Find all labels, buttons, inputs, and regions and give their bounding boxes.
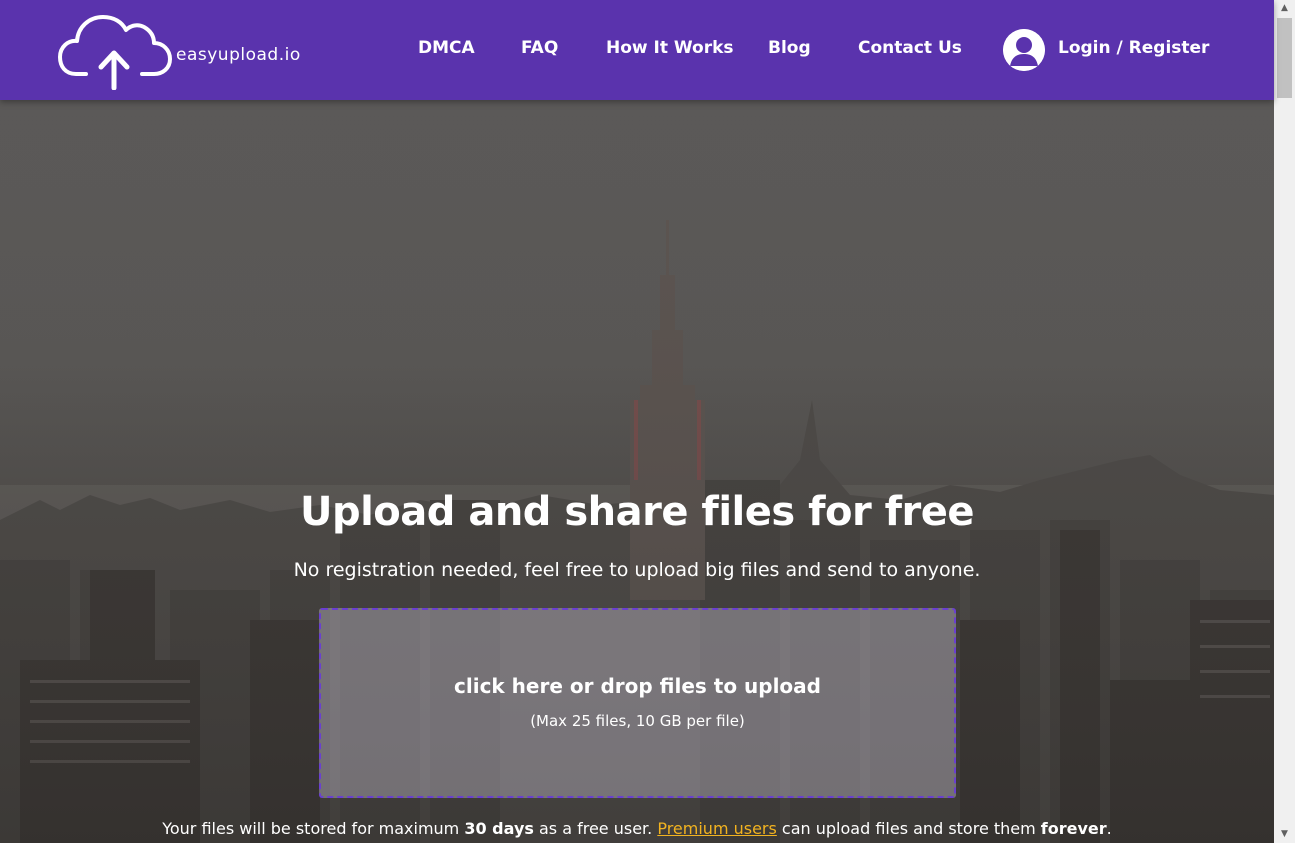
logo[interactable]: easyupload.io	[58, 10, 301, 94]
dropzone-limits: (Max 25 files, 10 GB per file)	[530, 712, 745, 730]
nav-contact-us[interactable]: Contact Us	[858, 38, 962, 58]
hero-title: Upload and share files for free	[299, 489, 975, 535]
nav-faq[interactable]: FAQ	[521, 38, 558, 58]
hero-section: Upload and share files for free No regis…	[0, 100, 1274, 843]
info-text-3: can upload files and store them	[776, 819, 1041, 838]
scrollbar-thumb[interactable]	[1277, 18, 1292, 98]
hero-subtitle: No registration needed, feel free to upl…	[293, 559, 981, 581]
cloud-upload-icon	[58, 10, 172, 94]
premium-users-link[interactable]: Premium users	[657, 819, 777, 838]
dropzone-label: click here or drop files to upload	[454, 674, 821, 698]
info-text-4: .	[1106, 819, 1112, 838]
login-register-link[interactable]: Login / Register	[1058, 38, 1209, 58]
info-text-2: as a free user.	[533, 819, 658, 838]
nav-how-it-works[interactable]: How It Works	[606, 38, 734, 58]
nav-dmca[interactable]: DMCA	[418, 38, 475, 58]
site-header: easyupload.io DMCA FAQ How It Works Blog…	[0, 0, 1274, 100]
scroll-down-arrow-icon[interactable]: ▼	[1274, 826, 1295, 843]
info-days: 30 days	[464, 819, 534, 838]
scroll-up-arrow-icon[interactable]: ▲	[1274, 0, 1295, 17]
nav-blog[interactable]: Blog	[768, 38, 811, 58]
page-scrollbar[interactable]: ▲ ▼	[1274, 0, 1295, 843]
storage-info: Your files will be stored for maximum 30…	[0, 819, 1274, 838]
user-avatar-icon[interactable]	[1003, 29, 1045, 71]
logo-text: easyupload.io	[176, 45, 301, 65]
info-text-1: Your files will be stored for maximum	[162, 819, 465, 838]
info-forever: forever	[1040, 819, 1107, 838]
upload-dropzone[interactable]: click here or drop files to upload (Max …	[319, 608, 956, 798]
